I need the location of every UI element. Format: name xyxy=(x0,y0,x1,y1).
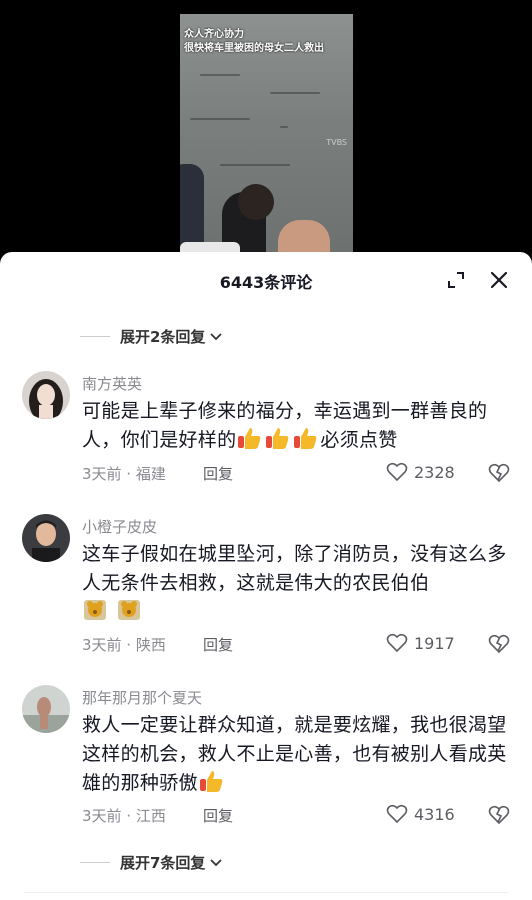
rescuer-head xyxy=(238,184,274,220)
close-icon[interactable] xyxy=(488,269,510,291)
dislike-icon[interactable] xyxy=(488,805,510,825)
expand-replies-label: 展开7条回复 xyxy=(120,854,206,872)
bottom-divider xyxy=(24,892,508,893)
heart-icon xyxy=(386,633,408,653)
water-ripple xyxy=(280,126,288,128)
like-count: 1917 xyxy=(414,633,455,653)
thumbs-up-icon xyxy=(198,771,226,794)
thumbs-up-icon xyxy=(236,428,264,451)
caption-line-1: 众人齐心协力 xyxy=(184,29,244,40)
thumbs-up-icon xyxy=(264,428,292,451)
comment-item: 那年那月那个夏天 救人一定要让群众知道，就是要炫耀，我也很渴望这样的机会，救人不… xyxy=(0,685,532,835)
chevron-down-icon xyxy=(210,858,223,866)
comment-text: 这车子假如在城里坠河，除了消防员，没有这么多人无条件去相救，这就是伟大的农民伯伯 xyxy=(82,540,512,627)
expand-replies-button[interactable]: 展开7条回复 xyxy=(80,852,223,873)
caption-line-2: 很快将车里被困的母女二人救出 xyxy=(184,43,324,54)
heart-icon xyxy=(386,462,408,482)
comment-username[interactable]: 小橙子皮皮 xyxy=(82,516,157,537)
comment-meta: 3天前 · 福建 xyxy=(82,465,166,483)
thumbs-up-icon xyxy=(292,428,320,451)
divider-line xyxy=(80,336,110,337)
reply-button[interactable]: 回复 xyxy=(203,463,233,484)
video-watermark: TVBS xyxy=(326,138,347,147)
avatar[interactable] xyxy=(22,685,70,733)
video-player[interactable]: 众人齐心协力 很快将车里被困的母女二人救出 TVBS xyxy=(180,14,353,259)
comment-meta: 3天前 · 陕西 xyxy=(82,636,166,654)
reply-button[interactable]: 回复 xyxy=(203,634,233,655)
dislike-icon[interactable] xyxy=(488,634,510,654)
comment-item: 小橙子皮皮 这车子假如在城里坠河，除了消防员，没有这么多人无条件去相救，这就是伟… xyxy=(0,514,532,664)
reply-button[interactable]: 回复 xyxy=(203,805,233,826)
comment-meta: 3天前 · 江西 xyxy=(82,807,166,825)
expand-icon[interactable] xyxy=(446,270,466,290)
bear-icon xyxy=(82,600,116,623)
expand-replies-button[interactable]: 展开2条回复 xyxy=(80,326,223,347)
bear-icon xyxy=(116,600,144,623)
like-button[interactable]: 2328 xyxy=(386,462,455,482)
comment-text: 救人一定要让群众知道，就是要炫耀，我也很渴望这样的机会，救人不止是心善，也有被别… xyxy=(82,711,512,798)
comment-username[interactable]: 南方英英 xyxy=(82,373,142,394)
water-ripple xyxy=(270,92,320,94)
comment-text: 可能是上辈子修来的福分，幸运遇到一群善良的人，你们是好样的 必须点赞 xyxy=(82,397,512,455)
like-button[interactable]: 1917 xyxy=(386,633,455,653)
water-ripple xyxy=(220,164,290,166)
comment-text-part: 救人一定要让群众知道，就是要炫耀，我也很渴望这样的机会，救人不止是心善，也有被别… xyxy=(82,714,507,794)
water-ripple xyxy=(190,118,250,120)
heart-icon xyxy=(386,804,408,824)
comment-username[interactable]: 那年那月那个夏天 xyxy=(82,687,202,708)
sheet-header: 6443条评论 xyxy=(0,252,532,308)
water-ripple xyxy=(200,74,240,76)
like-count: 4316 xyxy=(414,804,455,824)
divider-line xyxy=(80,862,110,863)
comment-sheet: 6443条评论 展开2条回复 南方英英 可能是上辈子修来的福分，幸运遇到一群善良… xyxy=(0,252,532,900)
like-button[interactable]: 4316 xyxy=(386,804,455,824)
avatar[interactable] xyxy=(22,371,70,419)
expand-replies-label: 展开2条回复 xyxy=(120,328,206,346)
comment-text-part: 这车子假如在城里坠河，除了消防员，没有这么多人无条件去相救，这就是伟大的农民伯伯 xyxy=(82,543,507,594)
comment-item: 南方英英 可能是上辈子修来的福分，幸运遇到一群善良的人，你们是好样的 必须点赞 3… xyxy=(0,371,532,491)
dislike-icon[interactable] xyxy=(488,463,510,483)
comment-text-part: 必须点赞 xyxy=(320,429,398,451)
chevron-down-icon xyxy=(210,332,223,340)
avatar[interactable] xyxy=(22,514,70,562)
video-caption: 众人齐心协力 很快将车里被困的母女二人救出 xyxy=(184,28,324,56)
like-count: 2328 xyxy=(414,462,455,482)
